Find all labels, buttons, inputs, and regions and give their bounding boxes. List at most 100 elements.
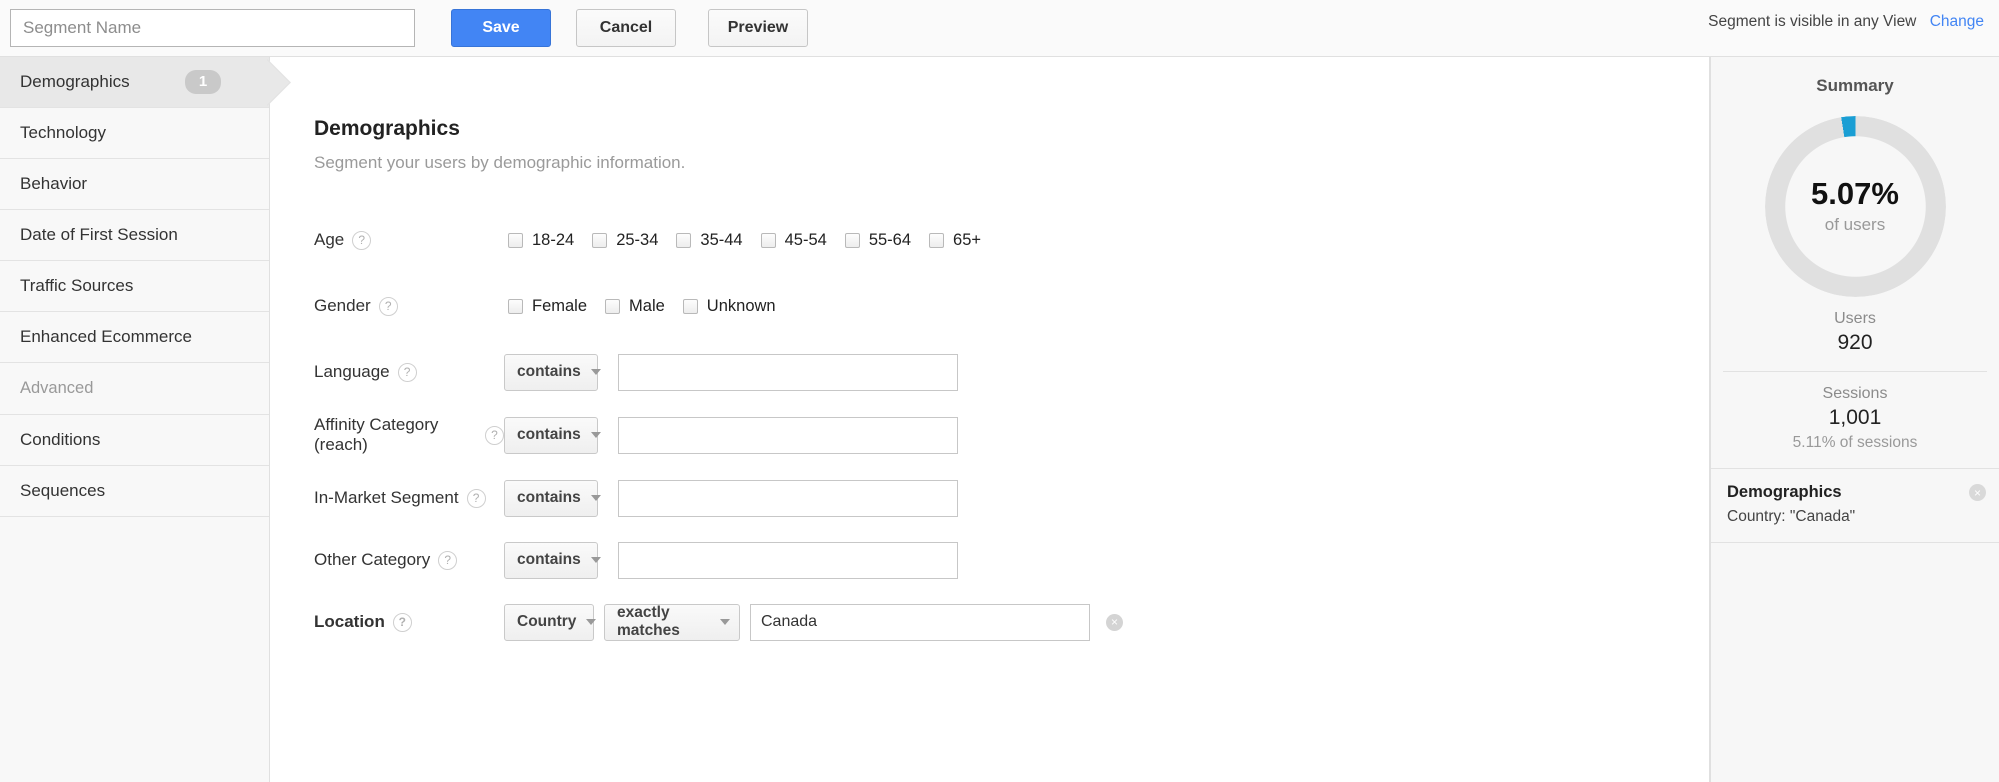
- language-operator-select[interactable]: contains: [504, 353, 601, 391]
- language-label: Language ?: [314, 362, 504, 382]
- cancel-button[interactable]: Cancel: [576, 9, 676, 47]
- segment-visibility-text: Segment is visible in any View: [1708, 13, 1917, 30]
- help-icon[interactable]: ?: [466, 488, 486, 508]
- sidebar-item-conditions[interactable]: Conditions: [0, 415, 269, 466]
- checkbox-icon[interactable]: [682, 298, 698, 314]
- sessions-stat-label: Sessions: [1822, 385, 1888, 402]
- users-stat-value: 920: [1837, 331, 1873, 354]
- summary-card-title: Demographics: [1727, 483, 1842, 501]
- page-subtitle: Segment your users by demographic inform…: [314, 153, 686, 172]
- help-icon[interactable]: ?: [485, 425, 504, 445]
- affinity-category-operator-select[interactable]: contains: [504, 416, 601, 454]
- sidebar-item-traffic-sources[interactable]: Traffic Sources: [0, 261, 269, 312]
- gender-option-female[interactable]: Female: [508, 297, 587, 316]
- location-dimension-select[interactable]: Country: [504, 603, 597, 641]
- language-value-input[interactable]: [618, 353, 958, 391]
- help-icon[interactable]: ?: [397, 362, 417, 382]
- checkbox-icon[interactable]: [676, 232, 692, 248]
- help-icon[interactable]: ?: [378, 296, 398, 316]
- affinity-category-label-text: Affinity Category (reach): [314, 415, 439, 454]
- gender-label-text: Gender: [314, 296, 371, 315]
- chevron-down-icon: [586, 619, 597, 625]
- age-option-label: 45-54: [784, 230, 827, 249]
- age-option-25-34[interactable]: 25-34: [592, 231, 658, 250]
- demographics-panel: Demographics Segment your users by demog…: [270, 57, 1710, 782]
- in-market-segment-operator-value: contains: [517, 489, 581, 506]
- sidebar-item-demographics[interactable]: Demographics 1: [0, 57, 269, 108]
- in-market-segment-operator-select[interactable]: contains: [504, 479, 601, 517]
- sidebar-section-advanced: Advanced: [0, 363, 269, 415]
- in-market-segment-label: In-Market Segment ?: [314, 488, 504, 508]
- field-row-age: Age ? 18-24 25-34 35-44 45-54 55-64 65+: [314, 221, 1709, 259]
- age-option-label: 55-64: [868, 230, 912, 249]
- field-row-affinity-category: Affinity Category (reach) ? contains: [314, 415, 1709, 455]
- other-category-operator-select[interactable]: contains: [504, 541, 601, 579]
- in-market-segment-label-text: In-Market Segment: [314, 488, 459, 507]
- summary-title: Summary: [1816, 76, 1894, 95]
- age-option-label: 25-34: [616, 230, 659, 249]
- checkbox-icon[interactable]: [592, 232, 608, 248]
- checkbox-icon[interactable]: [605, 298, 621, 314]
- location-value-input[interactable]: [750, 603, 1090, 641]
- segment-category-sidebar: Demographics 1 Technology Behavior Date …: [0, 57, 270, 782]
- summary-card-condition: Country: "Canada": [1727, 508, 1856, 525]
- gender-option-unknown[interactable]: Unknown: [682, 297, 776, 316]
- save-button[interactable]: Save: [451, 9, 551, 47]
- other-category-label-text: Other Category: [314, 550, 431, 569]
- help-icon[interactable]: ?: [438, 550, 458, 570]
- close-icon[interactable]: ×: [1969, 484, 1986, 501]
- gender-option-male[interactable]: Male: [605, 297, 665, 316]
- checkbox-icon[interactable]: [844, 232, 860, 248]
- sidebar-item-label: Sequences: [20, 481, 106, 500]
- donut-percent: 5.07%: [1811, 176, 1899, 212]
- age-option-label: 35-44: [700, 230, 743, 249]
- chevron-down-icon: [590, 557, 601, 563]
- location-operator-select[interactable]: exactly matches: [604, 603, 740, 641]
- top-toolbar: Save Cancel Preview Segment is visible i…: [0, 0, 1999, 57]
- sidebar-item-date-of-first-session[interactable]: Date of First Session: [0, 210, 269, 261]
- users-donut-chart: 5.07% of users: [1764, 116, 1946, 297]
- checkbox-icon[interactable]: [508, 298, 523, 314]
- help-icon[interactable]: ?: [392, 612, 412, 632]
- change-visibility-link[interactable]: Change: [1930, 13, 1984, 30]
- chevron-down-icon: [590, 495, 601, 501]
- field-row-gender: Gender ? Female Male Unknown: [314, 287, 1709, 325]
- gender-option-label: Male: [629, 296, 665, 315]
- segment-name-input[interactable]: [10, 9, 415, 47]
- age-checkbox-group: 18-24 25-34 35-44 45-54 55-64 65+: [508, 231, 999, 250]
- age-option-35-44[interactable]: 35-44: [676, 230, 743, 250]
- sidebar-item-technology[interactable]: Technology: [0, 108, 269, 159]
- location-dimension-value: Country: [517, 613, 577, 630]
- sidebar-item-behavior[interactable]: Behavior: [0, 159, 269, 210]
- checkbox-icon[interactable]: [760, 232, 776, 248]
- sidebar-item-enhanced-ecommerce[interactable]: Enhanced Ecommerce: [0, 312, 269, 363]
- other-category-value-input[interactable]: [618, 541, 958, 579]
- sidebar-item-label: Date of First Session: [20, 225, 178, 244]
- age-option-65-plus[interactable]: 65+: [929, 231, 981, 250]
- gender-label: Gender ?: [314, 296, 504, 316]
- location-label: Location ?: [314, 612, 504, 632]
- language-operator-value: contains: [517, 363, 581, 380]
- age-option-55-64[interactable]: 55-64: [844, 230, 912, 250]
- checkbox-icon[interactable]: [508, 232, 523, 248]
- in-market-segment-value-input[interactable]: [618, 479, 958, 517]
- age-option-18-24[interactable]: 18-24: [508, 231, 574, 250]
- affinity-category-operator-value: contains: [517, 426, 581, 443]
- chevron-down-icon: [720, 619, 730, 625]
- chevron-down-icon: [590, 432, 601, 438]
- affinity-category-value-input[interactable]: [618, 416, 958, 454]
- remove-icon[interactable]: ×: [1106, 613, 1123, 631]
- help-icon[interactable]: ?: [352, 230, 372, 250]
- preview-button[interactable]: Preview: [708, 9, 808, 47]
- checkbox-icon[interactable]: [929, 232, 945, 248]
- sidebar-item-label: Technology: [20, 123, 107, 142]
- age-option-45-54[interactable]: 45-54: [760, 230, 827, 250]
- field-row-location: Location ? Country exactly matches ×: [314, 603, 1709, 641]
- summary-condition-card: Demographics Country: "Canada" ×: [1711, 468, 1999, 543]
- affinity-category-label: Affinity Category (reach) ?: [314, 415, 504, 455]
- donut-percent-sublabel: of users: [1824, 214, 1886, 234]
- body-container: Demographics 1 Technology Behavior Date …: [0, 57, 1999, 782]
- sidebar-item-sequences[interactable]: Sequences: [0, 466, 269, 517]
- gender-option-label: Female: [532, 296, 588, 315]
- segment-visibility: Segment is visible in any View Change: [1708, 13, 1984, 31]
